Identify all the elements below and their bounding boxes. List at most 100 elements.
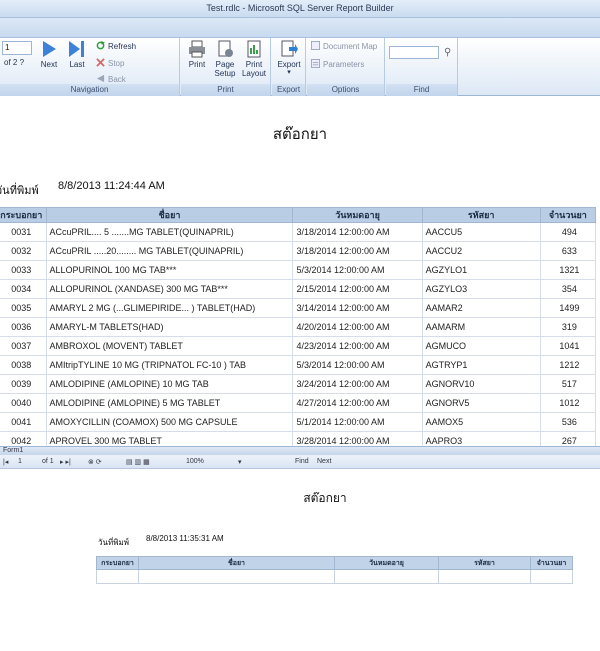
parameters-button[interactable]: Parameters (311, 59, 364, 71)
find-input[interactable] (389, 46, 439, 59)
next-label: Next (40, 60, 58, 69)
table-cell: AACCU2 (421, 241, 541, 261)
table-cell: AGMUCO (421, 336, 541, 356)
table-row: 0035 AMARYL 2 MG (...GLIMEPIRIDE... ) TAB… (0, 298, 597, 318)
print-icons[interactable]: ▤ ▥ ▦ (126, 458, 150, 466)
table-cell: 5/1/2014 12:00:00 AM (292, 412, 423, 432)
table-row: 0039 AMLODIPINE (AMLOPINE) 10 MG TAB 3/24/… (0, 374, 597, 394)
column-header: กระบอกยา (96, 556, 139, 570)
table-cell: 0040 (0, 393, 47, 413)
next-button[interactable]: Next (34, 40, 64, 69)
table-cell: AMARYL 2 MG (...GLIMEPIRIDE... ) TABLET(… (45, 298, 294, 318)
table-cell: 1012 (539, 393, 597, 413)
empty-cell (138, 569, 335, 584)
table-cell: 0039 (0, 374, 47, 394)
column-header: รหัสยา (438, 556, 531, 570)
table-cell: AMBROXOL (MOVENT) TABLET (45, 336, 294, 356)
table-cell: AGZYLO1 (421, 260, 541, 280)
print-group: Print Page Setup Print Layout Print (181, 38, 271, 96)
form-tab-strip: Form1 (0, 446, 600, 455)
stop-label: Stop (108, 59, 125, 68)
stop-button[interactable]: Stop (96, 58, 124, 70)
document-map-button[interactable]: Document Map (311, 41, 377, 53)
table-row: 0041 AMOXYCILLIN (COAMOX) 500 MG CAPSULE 5… (0, 412, 597, 432)
zoom-dropdown-icon[interactable]: ▾ (238, 458, 242, 466)
next-page-icon[interactable]: ▸ ▸| (60, 458, 71, 466)
next-icon (43, 41, 56, 57)
print-group-label: Print (181, 84, 270, 96)
print-layout-button[interactable]: Print Layout (239, 40, 269, 78)
table-cell: 517 (539, 374, 597, 394)
table-cell: 3/18/2014 12:00:00 AM (292, 241, 423, 261)
toolbar-page-input[interactable]: 1 (18, 458, 22, 465)
table-cell: 354 (539, 279, 597, 299)
toolbar-page-count: of 1 (42, 458, 54, 465)
table-cell: AAMAR2 (421, 298, 541, 318)
export-button[interactable]: Export ▾ (274, 40, 304, 76)
table-cell: AMOXYCILLIN (COAMOX) 500 MG CAPSULE (45, 412, 294, 432)
table-cell: 1212 (539, 355, 597, 375)
binoculars-icon[interactable]: ⚲ (444, 47, 451, 58)
document-map-icon (311, 41, 320, 50)
export-group-label: Export (272, 84, 305, 96)
toolbar-find-link[interactable]: Find (295, 458, 309, 465)
report2-empty-row (96, 569, 573, 584)
table-cell: AMItripTYLINE 10 MG (TRIPNATOL FC-10 ) T… (45, 355, 294, 375)
report2-table: กระบอกยา ชื่อยา วันหมดอายุ รหัสยา จำนวนย… (96, 556, 573, 584)
empty-cell (438, 569, 531, 584)
back-label: Back (108, 75, 126, 84)
stop-refresh-icons[interactable]: ⊗ ⟳ (88, 458, 102, 466)
table-cell: 0038 (0, 355, 47, 375)
table-cell: AAMARM (421, 317, 541, 337)
table-cell: 0041 (0, 412, 47, 432)
table-row: 0038 AMItripTYLINE 10 MG (TRIPNATOL FC-10… (0, 355, 597, 375)
last-button[interactable]: Last (62, 40, 92, 69)
last-label: Last (69, 60, 85, 69)
table-cell: AMLODIPINE (AMLOPINE) 5 MG TABLET (45, 393, 294, 413)
report2-print-label: วันที่พิมพ์ (98, 538, 130, 547)
table-cell: 0031 (0, 222, 47, 242)
find-group-label: Find (386, 84, 457, 96)
print-date-label: วันที่พิมพ์ (0, 185, 39, 197)
column-header: จำนวนยา (530, 556, 573, 570)
print-button[interactable]: Print (182, 40, 212, 69)
table-cell: 0042 (0, 431, 47, 447)
table-row: 0031 ACcuPRIL.... 5 .......MG TABLET(QUIN… (0, 222, 597, 242)
table-cell: ACcuPRIL .....20........ MG TABLET(QUINA… (45, 241, 294, 261)
last-icon (69, 41, 84, 57)
table-cell: AAPRO3 (421, 431, 541, 447)
page-setup-button[interactable]: Page Setup (210, 40, 240, 78)
table-cell: AACCU5 (421, 222, 541, 242)
report2-header-row: กระบอกยา ชื่อยา วันหมดอายุ รหัสยา จำนวนย… (96, 556, 573, 570)
table-cell: APROVEL 300 MG TABLET (45, 431, 294, 447)
table-cell: 319 (539, 317, 597, 337)
export-dropdown-icon: ▾ (287, 69, 291, 76)
table-cell: 3/14/2014 12:00:00 AM (292, 298, 423, 318)
table-cell: 0034 (0, 279, 47, 299)
toolbar-next-link[interactable]: Next (317, 458, 331, 465)
print-layout-label: Print Layout (241, 60, 267, 78)
empty-cell (96, 569, 139, 584)
refresh-button[interactable]: Refresh (96, 41, 136, 53)
refresh-label: Refresh (108, 42, 137, 51)
table-cell: 0033 (0, 260, 47, 280)
page-number-input[interactable]: 1 (2, 41, 32, 55)
table-cell: 3/18/2014 12:00:00 AM (292, 222, 423, 242)
table-header-row: กระบอกยา ชื่อยา วันหมดอายุ รหัสยา จำนวนย… (0, 207, 597, 223)
zoom-select[interactable]: 100% (186, 458, 204, 465)
print-label: Print (188, 60, 206, 69)
first-page-icon[interactable]: |◂ (3, 458, 8, 466)
find-group: ⚲ Find (386, 38, 458, 96)
table-cell: 536 (539, 412, 597, 432)
table-cell: AGNORV5 (421, 393, 541, 413)
table-cell: 3/28/2014 12:00:00 AM (292, 431, 423, 447)
empty-cell (530, 569, 573, 584)
column-header: กระบอกยา (0, 207, 47, 223)
table-cell: 3/24/2014 12:00:00 AM (292, 374, 423, 394)
page-setup-icon (218, 40, 233, 57)
form-tab[interactable]: Form1 (3, 447, 23, 454)
table-cell: 4/27/2014 12:00:00 AM (292, 393, 423, 413)
table-cell: 2/15/2014 12:00:00 AM (292, 279, 423, 299)
table-cell: 494 (539, 222, 597, 242)
table-cell: AAMOX5 (421, 412, 541, 432)
